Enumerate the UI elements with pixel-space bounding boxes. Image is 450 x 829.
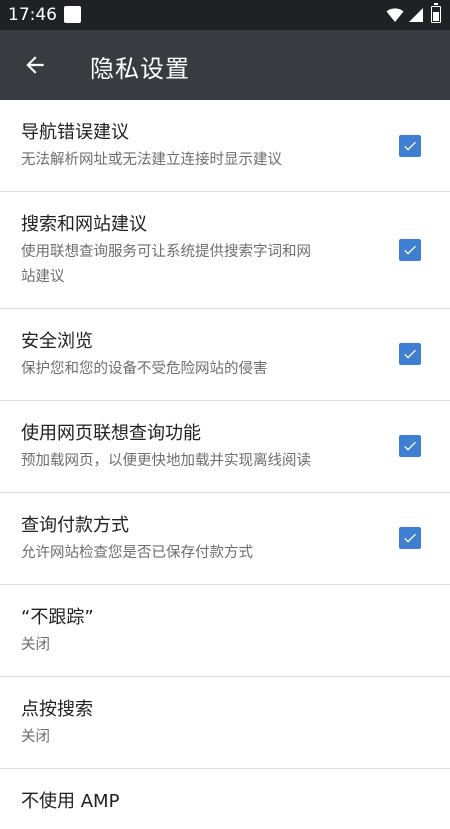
setting-summary: 关闭 xyxy=(21,729,50,745)
checkmark-icon xyxy=(404,441,416,451)
setting-title: 搜索和网站建议 xyxy=(21,214,147,235)
setting-summary: 允许网站检查您是否已保存付款方式 xyxy=(21,545,253,561)
setting-title: 不使用 AMP xyxy=(21,791,120,812)
setting-title: 查询付款方式 xyxy=(21,515,129,536)
setting-do-not-track[interactable]: “不跟踪” 关闭 xyxy=(0,585,450,677)
setting-title: 安全浏览 xyxy=(21,331,93,352)
wifi-icon xyxy=(386,8,404,22)
checkbox-checked[interactable] xyxy=(399,343,421,365)
setting-payment-methods[interactable]: 查询付款方式 允许网站检查您是否已保存付款方式 xyxy=(0,493,450,585)
setting-title: 点按搜索 xyxy=(21,699,93,720)
setting-touch-to-search[interactable]: 点按搜索 关闭 xyxy=(0,677,450,769)
arrow-back-icon[interactable] xyxy=(22,52,48,78)
setting-summary: 关闭 xyxy=(21,637,50,653)
app-notification-icon xyxy=(64,6,81,23)
setting-title: 使用网页联想查询功能 xyxy=(21,423,201,444)
setting-no-amp[interactable]: 不使用 AMP xyxy=(0,769,450,829)
setting-summary: 使用联想查询服务可让系统提供搜索字词和网 站建议 xyxy=(21,244,311,285)
setting-safe-browsing[interactable]: 安全浏览 保护您和您的设备不受危险网站的侵害 xyxy=(0,309,450,401)
setting-title: 导航错误建议 xyxy=(21,122,129,143)
setting-summary: 预加载网页，以便更快地加载并实现离线阅读 xyxy=(21,453,311,469)
checkmark-icon xyxy=(404,245,416,255)
checkmark-icon xyxy=(404,349,416,359)
checkbox-checked[interactable] xyxy=(399,435,421,457)
battery-icon xyxy=(431,3,441,23)
checkmark-icon xyxy=(404,141,416,151)
setting-summary: 保护您和您的设备不受危险网站的侵害 xyxy=(21,361,268,377)
setting-summary: 无法解析网址或无法建立连接时显示建议 xyxy=(21,152,282,168)
setting-search-site-suggestions[interactable]: 搜索和网站建议 使用联想查询服务可让系统提供搜索字词和网 站建议 xyxy=(0,192,450,309)
cell-signal-icon xyxy=(409,8,423,22)
checkbox-checked[interactable] xyxy=(399,239,421,261)
status-bar: 17:46 xyxy=(0,0,450,30)
setting-navigation-error-suggestions[interactable]: 导航错误建议 无法解析网址或无法建立连接时显示建议 xyxy=(0,100,450,192)
setting-title: “不跟踪” xyxy=(21,607,94,628)
checkmark-icon xyxy=(404,533,416,543)
checkbox-checked[interactable] xyxy=(399,135,421,157)
setting-page-preload[interactable]: 使用网页联想查询功能 预加载网页，以便更快地加载并实现离线阅读 xyxy=(0,401,450,493)
status-time: 17:46 xyxy=(8,5,57,25)
page-title: 隐私设置 xyxy=(90,55,190,83)
app-bar: 隐私设置 xyxy=(0,30,450,100)
settings-list: 导航错误建议 无法解析网址或无法建立连接时显示建议 搜索和网站建议 使用联想查询… xyxy=(0,100,450,829)
checkbox-checked[interactable] xyxy=(399,527,421,549)
